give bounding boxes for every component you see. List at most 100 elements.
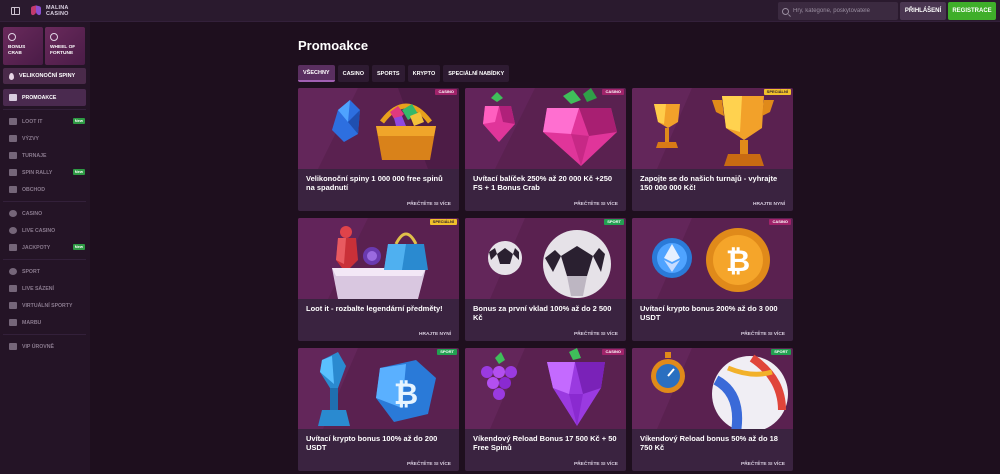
sidebar-item-live-sazeni[interactable]: LIVE SÁZENÍ xyxy=(3,280,86,297)
promo-title: Bonus za první vklad 100% až do 2 500 Kč xyxy=(473,304,612,322)
sidebar-item-jackpoty[interactable]: JACKPOTY New xyxy=(3,239,86,256)
sidebar-item-promoakce[interactable]: PROMOAKCE xyxy=(3,89,86,106)
promo-title: Víkendový Reload bonus 50% až do 18 750 … xyxy=(640,434,778,452)
jackpot-icon xyxy=(9,244,17,251)
sidebar-item-label: LIVE SÁZENÍ xyxy=(22,285,54,292)
tab-sports[interactable]: SPORTS xyxy=(371,65,405,82)
promo-card[interactable]: CASINO Velikonoční spiny 1 000 000 free … xyxy=(298,88,459,211)
play-now-link[interactable]: HRAJTE NYNÍ xyxy=(753,202,785,207)
category-tag: SPORT xyxy=(771,349,791,355)
new-badge: New xyxy=(72,169,85,175)
promo-title: Loot it - rozbalte legendární předměty! xyxy=(306,304,443,313)
promo-title: Uvítací balíček 250% až 20 000 Kč +250 F… xyxy=(473,174,613,192)
promo-card[interactable]: SPECIÁLNÍ Loot it - rozbalte legendární … xyxy=(298,218,459,341)
new-badge: New xyxy=(72,118,85,124)
read-more-link[interactable]: PŘEČTĚTE SI VÍCE xyxy=(574,462,618,467)
wheel-of-fortune-tile[interactable]: WHEEL OF FORTUNE xyxy=(45,27,85,65)
promo-image-easter-basket xyxy=(298,88,459,169)
read-more-link[interactable]: PŘEČTĚTE SI VÍCE xyxy=(741,462,785,467)
read-more-link[interactable]: PŘEČTĚTE SI VÍCE xyxy=(407,202,451,207)
promo-image-loot-box xyxy=(298,218,459,299)
logo-text: MALINA CASINO xyxy=(46,4,69,17)
promo-card[interactable]: CASINO Víkendový Reload Bonus 17 500 Kč … xyxy=(465,348,626,471)
sidebar-toggle-icon xyxy=(10,6,20,15)
flag-icon xyxy=(9,169,17,176)
promo-image-stopwatch-ball xyxy=(632,348,793,429)
chest-icon xyxy=(9,118,17,125)
bonus-crab-tile[interactable]: BONUS CRAB xyxy=(3,27,43,65)
promo-image-footballs xyxy=(465,218,626,299)
promo-image-grapes xyxy=(465,348,626,429)
easter-spins-label: VELIKONOČNÍ SPINY xyxy=(19,73,76,79)
sidebar-item-label: MARBU xyxy=(22,319,42,326)
promo-title: Uvítací krypto bonus 100% až do 200 USDT xyxy=(306,434,438,452)
sidebar-item-label: VÝZVY xyxy=(22,135,40,142)
sidebar-item-virtualni-sporty[interactable]: VIRTUÁLNÍ SPORTY xyxy=(3,297,86,314)
trophy-icon xyxy=(9,152,17,159)
sidebar-item-vip-urovne[interactable]: VIP ÚROVNĚ xyxy=(3,338,86,355)
sidebar-item-vyzvy[interactable]: VÝZVY xyxy=(3,130,86,147)
egg-icon xyxy=(9,72,14,80)
logo[interactable]: MALINA CASINO xyxy=(30,4,69,17)
sidebar-item-label: LOOT IT xyxy=(22,118,43,125)
promo-card[interactable]: SPORT Víkendový Reload bonus 50% až do 1… xyxy=(632,348,793,471)
sidebar-item-marbu[interactable]: MARBU xyxy=(3,314,86,331)
sidebar-toggle-button[interactable] xyxy=(0,0,30,22)
promo-card[interactable]: SPECIÁLNÍ Zapojte se do našich turnajů -… xyxy=(632,88,793,211)
promo-card[interactable]: SPORT Bonus za první vklad 100% až do 2 … xyxy=(465,218,626,341)
crab-icon xyxy=(8,33,16,41)
promo-image-crypto-trophy: ₿ xyxy=(298,348,459,429)
sidebar-item-spin-rally[interactable]: SPIN RALLY New xyxy=(3,164,86,181)
promo-title: Uvítací krypto bonus 200% až do 3 000 US… xyxy=(640,304,778,322)
promo-card[interactable]: ₿ CASINO Uvítací krypto bonus 200% až do… xyxy=(632,218,793,341)
sidebar-item-live-casino[interactable]: LIVE CASINO xyxy=(3,222,86,239)
sidebar-item-label: SPIN RALLY xyxy=(22,169,53,176)
live-casino-icon xyxy=(9,227,17,234)
register-button[interactable]: REGISTRACE xyxy=(948,2,996,20)
tile-label: CRAB xyxy=(8,51,22,56)
tab-casino[interactable]: CASINO xyxy=(337,65,369,82)
read-more-link[interactable]: PŘEČTĚTE SI VÍCE xyxy=(574,332,618,337)
play-now-link[interactable]: HRAJTE NYNÍ xyxy=(419,332,451,337)
sidebar-item-label: VIP ÚROVNĚ xyxy=(22,343,54,350)
sidebar-item-obchod[interactable]: OBCHOD xyxy=(3,181,86,198)
sidebar-item-sport[interactable]: SPORT xyxy=(3,263,86,280)
easter-spins-button[interactable]: VELIKONOČNÍ SPINY xyxy=(3,68,86,84)
login-button[interactable]: PŘIHLÁŠENÍ xyxy=(900,2,946,20)
sidebar-item-label: OBCHOD xyxy=(22,186,46,193)
sidebar-item-turnaje[interactable]: TURNAJE xyxy=(3,147,86,164)
new-badge: New xyxy=(72,244,85,250)
promo-image-trophies xyxy=(632,88,793,169)
category-tag: CASINO xyxy=(769,219,791,225)
category-tag: SPORT xyxy=(604,219,624,225)
search-box[interactable] xyxy=(778,2,898,20)
category-tag: CASINO xyxy=(602,349,624,355)
promo-card[interactable]: ₿ SPORT Uvítací krypto bonus 100% až do … xyxy=(298,348,459,471)
promo-title: Zapojte se do našich turnajů - vyhrajte … xyxy=(640,174,778,192)
tile-label: FORTUNE xyxy=(50,51,74,56)
read-more-link[interactable]: PŘEČTĚTE SI VÍCE xyxy=(574,202,618,207)
ball-icon xyxy=(9,268,17,275)
tab-krypto[interactable]: KRYPTO xyxy=(407,65,441,82)
read-more-link[interactable]: PŘEČTĚTE SI VÍCE xyxy=(407,462,451,467)
shop-icon xyxy=(9,186,17,193)
sidebar-nav: PROMOAKCE LOOT IT New VÝZVY TURNAJE SPIN… xyxy=(3,89,86,355)
read-more-link[interactable]: PŘEČTĚTE SI VÍCE xyxy=(741,332,785,337)
sidebar-item-loot-it[interactable]: LOOT IT New xyxy=(3,113,86,130)
tab-specialni-nabidky[interactable]: SPECIÁLNÍ NABÍDKY xyxy=(443,65,510,82)
promo-image-crypto-coins: ₿ xyxy=(632,218,793,299)
top-bar: MALINA CASINO PŘIHLÁŠENÍ REGISTRACE xyxy=(0,0,1000,22)
promo-card[interactable]: CASINO Uvítací balíček 250% až 20 000 Kč… xyxy=(465,88,626,211)
marbu-icon xyxy=(9,319,17,326)
search-input[interactable] xyxy=(793,8,893,14)
tab-vsechny[interactable]: VŠECHNY xyxy=(298,65,335,82)
sidebar-item-casino[interactable]: CASINO xyxy=(3,205,86,222)
crown-icon xyxy=(9,343,17,350)
search-icon xyxy=(782,7,789,15)
sidebar-item-label: TURNAJE xyxy=(22,152,47,159)
svg-text:₿: ₿ xyxy=(726,244,750,279)
sidebar-item-label: CASINO xyxy=(22,210,43,217)
svg-text:₿: ₿ xyxy=(394,377,418,412)
target-icon xyxy=(9,135,17,142)
category-tag: CASINO xyxy=(435,89,457,95)
